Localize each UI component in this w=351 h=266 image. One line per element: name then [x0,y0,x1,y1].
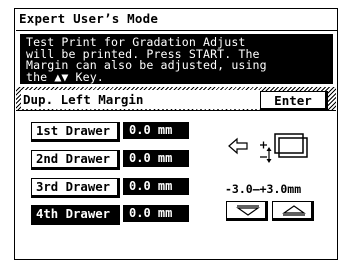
page-title: Expert User’s Mode [19,11,159,26]
enter-button[interactable]: Enter [260,91,328,111]
up-triangle-icon [282,205,306,216]
title-divider [16,30,337,31]
margin-diagram-icon [260,133,308,163]
range-label: -3.0–+3.0mm [225,182,302,196]
drawer-4-button[interactable]: 4th Drawer [31,205,120,225]
drawer-1-button[interactable]: 1st Drawer [31,122,120,142]
message-line: the ▲▼ Key. [26,69,104,84]
down-triangle-icon [236,205,260,216]
drawer-3-value: 0.0 mm [123,178,189,195]
drawer-3-button[interactable]: 3rd Drawer [31,178,120,198]
increase-button[interactable] [272,201,314,221]
drawer-1-value: 0.0 mm [123,122,189,139]
instruction-message: Test Print for Gradation Adjust will be … [20,34,333,84]
drawer-4-value: 0.0 mm [123,205,189,222]
margin-diagram [228,131,318,171]
decrease-button[interactable] [226,201,268,221]
section-label: Dup. Left Margin [23,92,144,107]
drawer-2-button[interactable]: 2nd Drawer [31,150,120,170]
left-arrow-icon [228,137,248,155]
drawer-2-value: 0.0 mm [123,150,189,167]
